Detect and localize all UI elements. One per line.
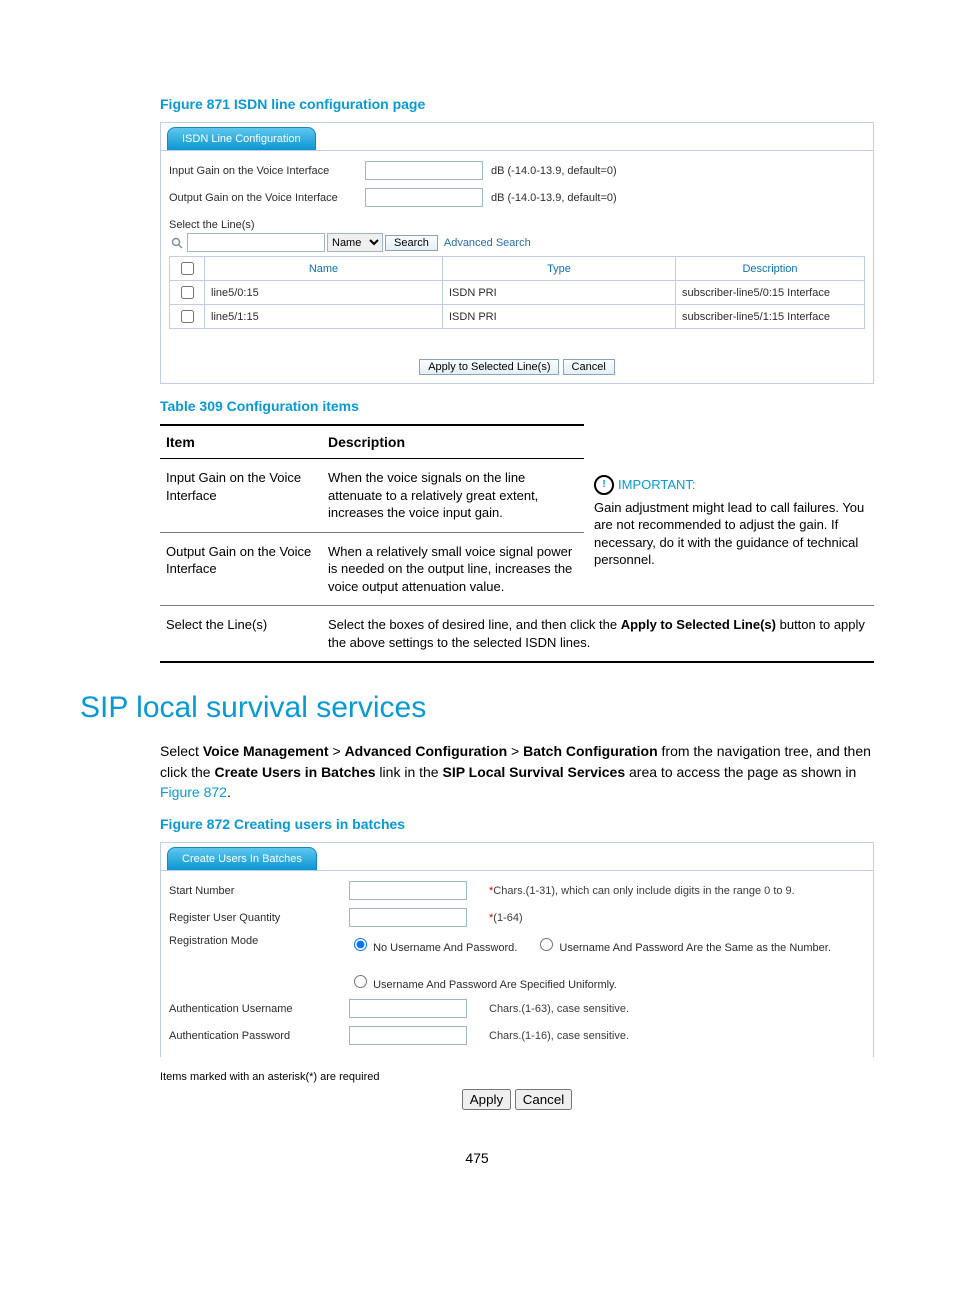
tab-create-users[interactable]: Create Users In Batches [167, 847, 317, 870]
auth-pwd-help: Chars.(1-16), case sensitive. [489, 1030, 865, 1042]
select-all-checkbox[interactable] [181, 262, 194, 275]
search-field-select[interactable]: Name [327, 233, 383, 252]
col-name: Name [205, 257, 443, 281]
auth-user-input[interactable] [349, 999, 467, 1018]
reg-qty-input[interactable] [349, 908, 467, 927]
reg-qty-help: *(1-64) [489, 912, 865, 924]
label-input-gain: Input Gain on the Voice Interface [169, 165, 359, 177]
search-text-input[interactable] [187, 233, 325, 252]
auth-user-help: Chars.(1-63), case sensitive. [489, 1003, 865, 1015]
cancel-button-2[interactable]: Cancel [515, 1089, 573, 1110]
label-reg-qty: Register User Quantity [169, 912, 339, 924]
th-desc: Description [322, 425, 584, 459]
input-gain-range: dB (-14.0-13.9, default=0) [491, 165, 865, 177]
start-number-input[interactable] [349, 881, 467, 900]
label-auth-user: Authentication Username [169, 1003, 339, 1015]
table-row: line5/0:15 ISDN PRI subscriber-line5/0:1… [170, 281, 865, 305]
table-row: line5/1:15 ISDN PRI subscriber-line5/1:1… [170, 305, 865, 329]
fig871-ui: ISDN Line Configuration Input Gain on th… [160, 122, 874, 384]
start-number-help: **Chars.(1-31), which can only include d… [489, 885, 865, 897]
col-desc: Description [676, 257, 865, 281]
t309-row1-item: Input Gain on the Voice Interface [160, 459, 322, 533]
row-checkbox[interactable] [181, 310, 194, 323]
fig872-ui: Create Users In Batches Start Number **C… [160, 842, 874, 1057]
table-309-caption: Table 309 Configuration items [160, 398, 874, 414]
radio-same-as-number[interactable]: Username And Password Are the Same as th… [535, 935, 831, 954]
figure-871-caption: Figure 871 ISDN line configuration page [160, 96, 874, 112]
t309-row3-desc: Select the boxes of desired line, and th… [322, 606, 874, 663]
cancel-button[interactable]: Cancel [563, 359, 615, 375]
radio-no-userpwd[interactable]: No Username And Password. [349, 935, 517, 954]
output-gain-field[interactable] [365, 188, 483, 207]
tab-isdn-config[interactable]: ISDN Line Configuration [167, 127, 316, 150]
important-text: Gain adjustment might lead to call failu… [594, 499, 868, 569]
label-reg-mode: Registration Mode [169, 935, 339, 947]
figure-872-link[interactable]: Figure 872 [160, 784, 227, 800]
t309-row2-desc: When a relatively small voice signal pow… [322, 532, 584, 606]
apply-button[interactable]: Apply [462, 1089, 511, 1110]
label-auth-pwd: Authentication Password [169, 1030, 339, 1042]
radio-specified[interactable]: Username And Password Are Specified Unif… [349, 972, 617, 991]
important-heading: ! IMPORTANT: [594, 475, 868, 495]
advanced-search-link[interactable]: Advanced Search [444, 237, 531, 249]
section-description: Select Voice Management > Advanced Confi… [160, 741, 874, 802]
apply-selected-button[interactable]: Apply to Selected Line(s) [419, 359, 559, 375]
th-item: Item [160, 425, 322, 459]
t309-row3-item: Select the Line(s) [160, 606, 322, 663]
page-number: 475 [80, 1150, 874, 1166]
label-output-gain: Output Gain on the Voice Interface [169, 192, 359, 204]
auth-pwd-input[interactable] [349, 1026, 467, 1045]
t309-row1-desc: When the voice signals on the line atten… [322, 459, 584, 533]
input-gain-field[interactable] [365, 161, 483, 180]
table-309: Item Description Input Gain on the Voice… [160, 424, 874, 663]
search-button[interactable]: Search [385, 235, 438, 251]
important-icon: ! [594, 475, 614, 495]
select-lines-label: Select the Line(s) [169, 219, 865, 231]
output-gain-range: dB (-14.0-13.9, default=0) [491, 192, 865, 204]
row-checkbox[interactable] [181, 286, 194, 299]
required-footnote: Items marked with an asterisk(*) are req… [160, 1071, 874, 1083]
section-heading: SIP local survival services [80, 691, 874, 725]
col-type: Type [443, 257, 676, 281]
search-icon [169, 235, 185, 251]
figure-872-caption: Figure 872 Creating users in batches [160, 816, 874, 832]
t309-row2-item: Output Gain on the Voice Interface [160, 532, 322, 606]
label-start-number: Start Number [169, 885, 339, 897]
lines-table: Name Type Description line5/0:15 ISDN PR… [169, 256, 865, 329]
